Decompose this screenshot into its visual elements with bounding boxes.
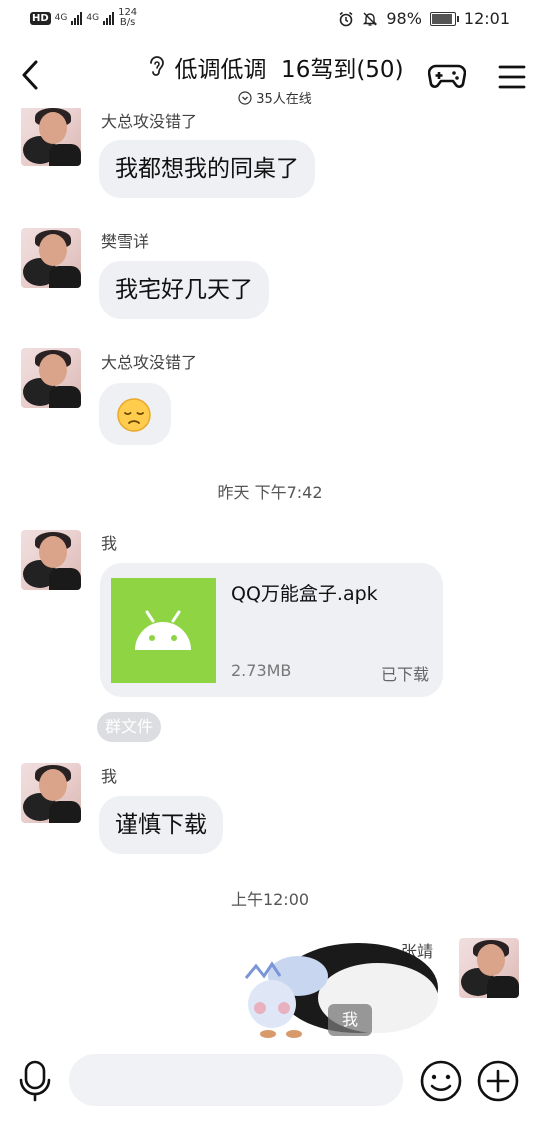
menu-icon[interactable]: [498, 64, 526, 90]
chat-area[interactable]: 大总攻没错了 我都想我的同桌了 樊雪详 我宅好几天了 大总攻没错了 昨天 下午7…: [0, 108, 540, 1038]
emoji-bubble[interactable]: [99, 383, 171, 445]
ear-icon: [150, 56, 165, 76]
message-input[interactable]: [69, 1054, 403, 1106]
input-bar: [0, 1038, 540, 1122]
battery-icon: [429, 11, 459, 26]
chat-header: 低调低调 16驾到(50) 35人在线: [0, 40, 540, 108]
clock: 12:01: [463, 9, 510, 28]
online-count: 35人在线: [256, 92, 312, 107]
sender-name: 大总攻没错了: [101, 353, 198, 372]
timestamp: 上午12:00: [230, 890, 310, 909]
signal-icon: [71, 11, 83, 25]
alarm-icon: [339, 11, 353, 26]
back-arrow-icon[interactable]: [16, 58, 48, 92]
message-bubble[interactable]: 我宅好几天了: [99, 261, 269, 319]
sticker-caption: 我: [328, 1004, 372, 1036]
sim2-label: 4G: [86, 12, 100, 23]
hd-badge: HD: [30, 11, 51, 25]
android-file-icon: [111, 578, 216, 683]
plus-circle-icon[interactable]: [476, 1059, 520, 1103]
chevron-circle-icon: [238, 90, 252, 105]
status-right: 98% 12:01: [338, 9, 510, 28]
sender-name: 我: [101, 767, 118, 786]
signal-icon-2: [103, 11, 115, 25]
timestamp: 昨天 下午7:42: [217, 483, 323, 502]
message-bubble[interactable]: 谨慎下载: [99, 796, 223, 854]
message-bubble[interactable]: 我都想我的同桌了: [99, 140, 315, 198]
disappointed-face-icon: [117, 398, 151, 432]
emoji-face-icon[interactable]: [419, 1059, 463, 1103]
status-bar: HD 4G 4G 124 B/s 98% 12:01: [0, 0, 540, 40]
file-name: QQ万能盒子.apk: [231, 583, 378, 605]
avatar[interactable]: [459, 938, 519, 998]
sender-name: 我: [101, 534, 118, 553]
sender-name: 樊雪详: [101, 232, 150, 251]
file-size: 2.73MB: [231, 661, 292, 680]
avatar[interactable]: [21, 108, 81, 166]
avatar[interactable]: [21, 348, 81, 408]
title-wrap[interactable]: 低调低调 16驾到(50) 35人在线: [130, 50, 420, 107]
gamepad-icon[interactable]: [428, 60, 466, 92]
mute-bell-icon: [363, 12, 378, 26]
microphone-icon[interactable]: [18, 1060, 52, 1102]
file-message-card[interactable]: QQ万能盒子.apk 2.73MB 已下载: [100, 563, 443, 697]
group-title: 低调低调 16驾到(50): [174, 57, 404, 83]
group-file-tag[interactable]: 群文件: [97, 712, 162, 742]
sender-name: 大总攻没错了: [101, 112, 198, 131]
battery-percent: 98%: [386, 9, 422, 28]
avatar[interactable]: [21, 530, 81, 590]
net-speed: 124 B/s: [118, 8, 137, 28]
file-status: 已下载: [380, 665, 429, 684]
avatar[interactable]: [21, 228, 81, 288]
sim1-label: 4G: [54, 12, 68, 23]
status-left: HD 4G 4G 124 B/s: [30, 8, 137, 28]
avatar[interactable]: [21, 763, 81, 823]
net-speed-unit: B/s: [119, 17, 136, 28]
